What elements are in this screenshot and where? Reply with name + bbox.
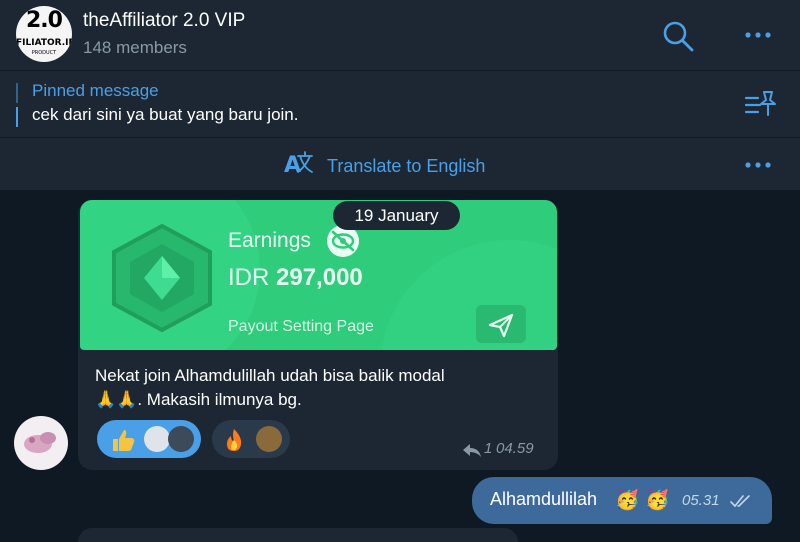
earnings-label: Earnings [228, 229, 311, 252]
avatar-logo-product: PRODUCT [31, 50, 57, 56]
send-icon [476, 305, 526, 343]
group-title[interactable]: theAffiliator 2.0 VIP [83, 10, 245, 32]
earnings-amount: IDR 297,000 [228, 264, 363, 292]
message-text-line2: 🙏🙏. Makasih ilmunya bg. [95, 390, 302, 409]
translate-button[interactable]: Translate to English [327, 156, 485, 177]
avatar-logo-text: 2.0 [26, 8, 63, 33]
earnings-currency: IDR [228, 264, 270, 291]
emoji-partying-face: 🥳 [645, 489, 670, 511]
translate-icon[interactable]: A [282, 148, 314, 178]
group-avatar[interactable]: 2.0 FILIATOR.ID PRODUCT [16, 6, 72, 62]
reactor-avatar [256, 426, 282, 452]
message-text: Nekat join Alhamdulillah udah bisa balik… [95, 364, 545, 412]
pinned-title: Pinned message [32, 81, 159, 100]
next-message-bubble[interactable] [78, 528, 518, 542]
message-time: 04.59 [496, 440, 534, 457]
pinned-indicator [16, 83, 19, 127]
payout-setting-label: Payout Setting Page [228, 318, 374, 335]
date-separator: 19 January [333, 201, 460, 230]
thumbs-up-icon [113, 430, 135, 451]
member-count: 148 members [83, 38, 187, 57]
pinned-list-icon[interactable] [744, 88, 778, 118]
reactor-avatar [144, 426, 170, 452]
emoji-partying-face: 🥳 [615, 489, 640, 511]
read-checkmarks-icon [730, 495, 750, 508]
diamond-badge-icon [112, 223, 212, 333]
earnings-value: 297,000 [276, 264, 363, 291]
chat-header: 2.0 FILIATOR.ID PRODUCT theAffiliator 2.… [0, 0, 800, 70]
search-icon[interactable] [660, 18, 696, 54]
outgoing-time: 05.31 [682, 492, 720, 509]
message-text-line1: Nekat join Alhamdulillah udah bisa balik… [95, 366, 445, 385]
sender-avatar-image [24, 432, 56, 453]
pinned-message-bar[interactable]: Pinned message cek dari sini ya buat yan… [0, 71, 800, 137]
sender-avatar[interactable] [14, 416, 68, 470]
pinned-text: cek dari sini ya buat yang baru join. [32, 105, 299, 124]
more-options-icon[interactable] [742, 26, 774, 44]
reactor-avatar [168, 426, 194, 452]
avatar-logo-subtext: FILIATOR.ID [16, 38, 72, 48]
translate-more-icon[interactable] [742, 156, 774, 174]
outgoing-message-text: Alhamdullilah [490, 489, 598, 509]
reply-icon[interactable] [462, 442, 482, 458]
fire-icon [227, 429, 242, 451]
reply-count[interactable]: 1 [484, 440, 492, 457]
